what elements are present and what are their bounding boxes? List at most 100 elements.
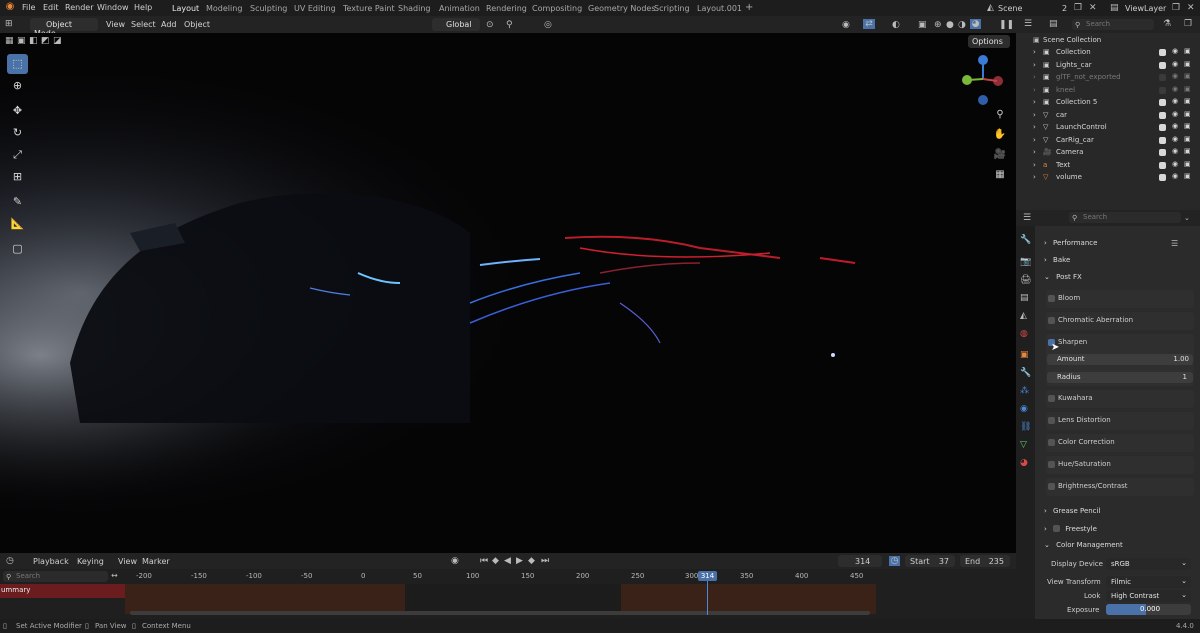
tool-tab-icon[interactable]: 🔧	[1020, 235, 1031, 245]
camera-render-icon[interactable]: ▣	[1184, 135, 1191, 143]
camera-render-icon[interactable]: ▣	[1184, 122, 1191, 130]
checkbox-icon[interactable]	[1159, 161, 1166, 169]
checkbox-icon[interactable]	[1159, 86, 1166, 94]
select-extend-icon[interactable]: ▣	[17, 36, 26, 46]
eye-icon[interactable]: ◉	[1172, 147, 1178, 155]
outliner-search-field[interactable]: ⚲ Search	[1072, 19, 1154, 30]
rotate-tool-button[interactable]: ↻	[7, 123, 28, 143]
eye-icon[interactable]: ◉	[1172, 97, 1178, 105]
kuwahara-panel[interactable]: Kuwahara	[1046, 390, 1194, 408]
radius-field[interactable]: Radius 1	[1047, 372, 1193, 383]
menu-view[interactable]: View	[106, 20, 125, 29]
tab-compositing[interactable]: Compositing	[532, 4, 582, 13]
outliner-item[interactable]: › ▽ car ◉ ▣	[1016, 110, 1200, 122]
menu-render[interactable]: Render	[65, 3, 93, 12]
checkbox-icon[interactable]	[1159, 149, 1166, 156]
clock-icon[interactable]: ◷	[889, 556, 900, 566]
eye-icon[interactable]: ◉	[1172, 85, 1178, 93]
color-correction-checkbox[interactable]	[1048, 439, 1055, 446]
play-icon[interactable]: ▶	[516, 556, 523, 566]
pan-hand-icon[interactable]: ✋	[992, 127, 1008, 143]
menu-keying[interactable]: Keying	[77, 557, 104, 566]
tab-texture-paint[interactable]: Texture Paint	[343, 4, 395, 13]
menu-timeline-view[interactable]: View	[118, 557, 137, 566]
chromatic-panel[interactable]: Chromatic Aberration	[1046, 312, 1194, 330]
physics-tab-icon[interactable]: ◉	[1020, 404, 1028, 414]
amount-field[interactable]: Amount 1.00	[1047, 354, 1193, 365]
freestyle-checkbox[interactable]	[1053, 525, 1061, 532]
chevron-right-icon[interactable]: ›	[1033, 111, 1036, 119]
visibility-icon[interactable]: ◉	[842, 20, 850, 30]
tab-layout-001[interactable]: Layout.001	[697, 4, 742, 13]
bloom-panel[interactable]: Bloom	[1046, 290, 1194, 308]
copy-scene-icon[interactable]: ❐	[1074, 3, 1082, 13]
panel-performance[interactable]: › Performance	[1044, 239, 1097, 247]
tab-uv-editing[interactable]: UV Editing	[294, 4, 336, 13]
swap-icon[interactable]: ↔	[111, 571, 118, 581]
panel-post-fx[interactable]: ⌄ Post FX	[1044, 273, 1082, 281]
filter-icon[interactable]: ⚗	[1163, 19, 1171, 29]
timeline-scrollbar[interactable]	[130, 611, 870, 615]
measure-tool-button[interactable]: 📐	[7, 214, 28, 234]
camera-render-icon[interactable]: ▣	[1184, 160, 1191, 168]
new-collection-icon[interactable]: ❐	[1184, 19, 1192, 29]
next-keyframe-icon[interactable]: ◆	[528, 556, 535, 566]
camera-render-icon[interactable]: ▣	[1184, 147, 1191, 155]
copy-layer-icon[interactable]: ❐	[1172, 3, 1180, 13]
outliner-item[interactable]: › ▣ glTF_not_exported ◉ ▣	[1016, 72, 1200, 84]
camera-render-icon[interactable]: ▣	[1184, 47, 1191, 55]
eye-icon[interactable]: ◉	[1172, 135, 1178, 143]
transform-orientation-dropdown[interactable]: Global	[432, 18, 480, 31]
3d-viewport[interactable]: ▦ ▣ ◧ ◩ ◪ ⬚ ⊕ ✥ ↻ ⤢ ⊞ ✎ 📐 ▢ Options ⚲ ✋ …	[0, 33, 1016, 553]
chevron-right-icon[interactable]: ›	[1033, 161, 1036, 169]
checkbox-icon[interactable]	[1159, 61, 1166, 69]
pause-render-icon[interactable]: ❚❚	[999, 20, 1014, 30]
wireframe-shading-icon[interactable]: ⊕	[934, 20, 942, 30]
display-device-select[interactable]: sRGB ⌄	[1106, 558, 1191, 570]
eye-icon[interactable]: ◉	[1172, 110, 1178, 118]
tab-shading[interactable]: Shading	[398, 4, 431, 13]
menu-edit[interactable]: Edit	[43, 3, 59, 12]
outliner-item[interactable]: › ▣ Lights_car ◉ ▣	[1016, 60, 1200, 72]
particles-tab-icon[interactable]: ⁂	[1020, 386, 1029, 396]
outliner-item[interactable]: › ▽ CarRig_car ◉ ▣	[1016, 135, 1200, 147]
annotate-tool-button[interactable]: ✎	[7, 192, 28, 212]
jump-end-icon[interactable]: ⏭	[541, 556, 549, 566]
chevron-right-icon[interactable]: ›	[1033, 123, 1036, 131]
eye-icon[interactable]: ◉	[1172, 60, 1178, 68]
chevron-right-icon[interactable]: ›	[1033, 98, 1036, 106]
hue-saturation-panel[interactable]: Hue/Saturation	[1046, 456, 1194, 474]
view-layer-name[interactable]: ViewLayer	[1125, 4, 1166, 13]
output-tab-icon[interactable]: 🖨	[1020, 275, 1031, 285]
camera-render-icon[interactable]: ▣	[1184, 85, 1191, 93]
lens-distortion-panel[interactable]: Lens Distortion	[1046, 412, 1194, 430]
menu-help[interactable]: Help	[134, 3, 152, 12]
menu-object[interactable]: Object	[184, 20, 210, 29]
rendered-shading-icon[interactable]: ◕	[970, 19, 981, 29]
outliner-item[interactable]: › a Text ◉ ▣	[1016, 160, 1200, 172]
camera-view-icon[interactable]: 🎥	[992, 147, 1008, 163]
snap-icon[interactable]: ⚲	[506, 20, 513, 30]
outliner-item[interactable]: › ▣ Collection ◉ ▣	[1016, 47, 1200, 59]
tab-animation[interactable]: Animation	[439, 4, 480, 13]
perspective-grid-icon[interactable]: ▦	[992, 167, 1008, 183]
mode-dropdown[interactable]: Object Mode	[30, 18, 98, 38]
menu-select[interactable]: Select	[131, 20, 156, 29]
eye-icon[interactable]: ◉	[1172, 122, 1178, 130]
chevron-right-icon[interactable]: ›	[1033, 136, 1036, 144]
outliner-item[interactable]: › ▣ kneel ◉ ▣	[1016, 85, 1200, 97]
lens-checkbox[interactable]	[1048, 417, 1055, 424]
brightness-checkbox[interactable]	[1048, 483, 1055, 490]
select-tool-button[interactable]: ⬚	[7, 54, 28, 74]
proportional-edit-icon[interactable]: ◎	[544, 20, 552, 30]
color-correction-panel[interactable]: Color Correction	[1046, 434, 1194, 452]
gizmo-toggle-icon[interactable]: ⇄	[863, 19, 875, 29]
chevron-right-icon[interactable]: ›	[1033, 73, 1036, 81]
checkbox-icon[interactable]	[1159, 49, 1166, 56]
display-mode-icon[interactable]: ▤	[1049, 19, 1058, 29]
zoom-icon[interactable]: ⚲	[992, 107, 1008, 123]
chevron-right-icon[interactable]: ›	[1033, 173, 1036, 181]
menu-add[interactable]: Add	[161, 20, 177, 29]
play-reverse-icon[interactable]: ◀	[504, 556, 511, 566]
chevron-right-icon[interactable]: ›	[1033, 61, 1036, 69]
